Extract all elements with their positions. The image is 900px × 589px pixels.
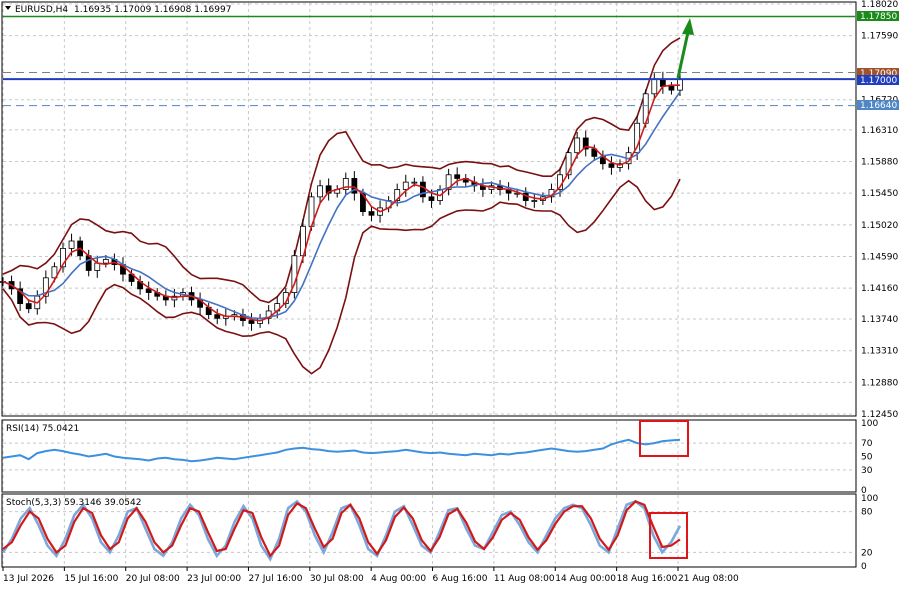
- rsi-grid: [2, 421, 855, 491]
- rsi-tick-label: 30: [861, 466, 873, 476]
- rsi-highlight-box: [639, 420, 689, 457]
- target-price-tag: 1.17850: [857, 11, 899, 22]
- time-tick-label: 23 Jul 00:00: [187, 574, 241, 584]
- time-tick-label: 27 Jul 16:00: [248, 574, 302, 584]
- projection-arrow: [676, 18, 694, 79]
- candle-body: [25, 303, 32, 310]
- dropdown-triangle-icon[interactable]: [5, 6, 11, 10]
- time-axis: 13 Jul 2026 15 Jul 16:00 20 Jul 08:00 23 Ju…: [2, 567, 739, 584]
- candle-body: [102, 259, 109, 264]
- fast-ma-line: [2, 84, 680, 322]
- support-price-label: 1.16640: [860, 101, 897, 111]
- stoch-title: Stoch(5,3,3) 59.3146 39.0542: [6, 498, 141, 508]
- target-price-label: 1.17850: [860, 12, 897, 22]
- candle-body: [668, 86, 675, 91]
- stoch-tick-label: 0: [861, 562, 867, 572]
- rsi-tick-label: 50: [861, 453, 873, 463]
- mt-chart: 1.180201.175901.167201.163101.158801.154…: [0, 0, 899, 584]
- price-tick-label: 1.12880: [861, 378, 898, 388]
- time-tick-label: 20 Jul 08:00: [126, 574, 180, 584]
- current-price-tag: 1.17000: [857, 75, 899, 86]
- candle-body: [94, 262, 101, 271]
- rsi-axis: 1007050300: [861, 419, 878, 496]
- candle-body: [68, 240, 75, 249]
- bollinger-lower: [2, 178, 681, 375]
- price-axis: 1.180201.175901.167201.163101.158801.154…: [861, 0, 898, 420]
- time-tick-label: 18 Aug 16:00: [617, 574, 678, 584]
- price-tick-label: 1.14160: [861, 284, 898, 294]
- stoch-tick-label: 80: [861, 508, 873, 518]
- candle-body: [574, 137, 581, 154]
- price-tick-label: 1.17590: [861, 32, 898, 42]
- time-tick-label: 6 Aug 16:00: [433, 574, 488, 584]
- candle-body: [454, 174, 461, 179]
- price-tick-label: 1.15020: [861, 221, 898, 231]
- slow-ma-line: [2, 91, 681, 320]
- time-tick-label: 15 Jul 16:00: [64, 574, 118, 584]
- bollinger-bands: [2, 37, 681, 375]
- candle-body: [659, 78, 666, 87]
- candle-body: [411, 181, 418, 184]
- symbol-title: EURUSD,H4: [15, 5, 68, 15]
- rsi-panel-frame: [1, 419, 857, 493]
- candle-body: [214, 314, 221, 319]
- price-tick-label: 1.14590: [861, 252, 898, 262]
- price-tick-label: 1.13310: [861, 347, 898, 357]
- price-tick-label: 1.18020: [861, 0, 898, 10]
- time-tick-label: 14 Aug 00:00: [555, 574, 616, 584]
- time-tick-label: 21 Aug 08:00: [678, 574, 739, 584]
- support-price-tag: 1.16640: [857, 100, 899, 111]
- symbol-header: EURUSD,H4 1.16935 1.17009 1.16908 1.1699…: [5, 5, 231, 15]
- stoch-series: [1, 499, 682, 562]
- stoch-tick-label: 100: [861, 494, 878, 504]
- price-tick-label: 1.15450: [861, 189, 898, 199]
- candle-body: [248, 320, 255, 324]
- stoch-axis: 100 80 20 0: [861, 494, 878, 572]
- time-tick-label: 30 Jul 08:00: [310, 574, 364, 584]
- stoch-main-line: [1, 499, 682, 562]
- candle-body: [317, 185, 323, 198]
- price-tick-label: 1.15880: [861, 158, 898, 168]
- candle-body: [608, 163, 615, 168]
- rsi-tick-label: 70: [861, 439, 873, 449]
- stoch-tick-label: 20: [861, 548, 873, 558]
- main-panel-frame: [1, 1, 857, 417]
- time-tick-label: 4 Aug 00:00: [371, 574, 426, 584]
- price-tick-label: 1.16310: [861, 126, 898, 136]
- time-tick-label: 11 Aug 08:00: [494, 574, 555, 584]
- rsi-tick-label: 100: [861, 419, 878, 429]
- candle-body: [651, 78, 658, 95]
- ohlc-readout: 1.16935 1.17009 1.16908 1.16997: [74, 5, 231, 15]
- price-tick-label: 1.13740: [861, 315, 898, 325]
- moving-averages: [2, 84, 681, 322]
- candle-body: [402, 181, 409, 190]
- candle-body: [428, 196, 435, 201]
- candle-body: [531, 200, 538, 202]
- main-grid: [2, 3, 855, 415]
- rsi-title: RSI(14) 75.0421: [6, 424, 79, 434]
- stoch-highlight-box: [649, 512, 688, 559]
- current-price-label: 1.17000: [860, 76, 897, 86]
- candle-body: [368, 211, 375, 216]
- time-tick-label: 13 Jul 2026: [3, 574, 54, 584]
